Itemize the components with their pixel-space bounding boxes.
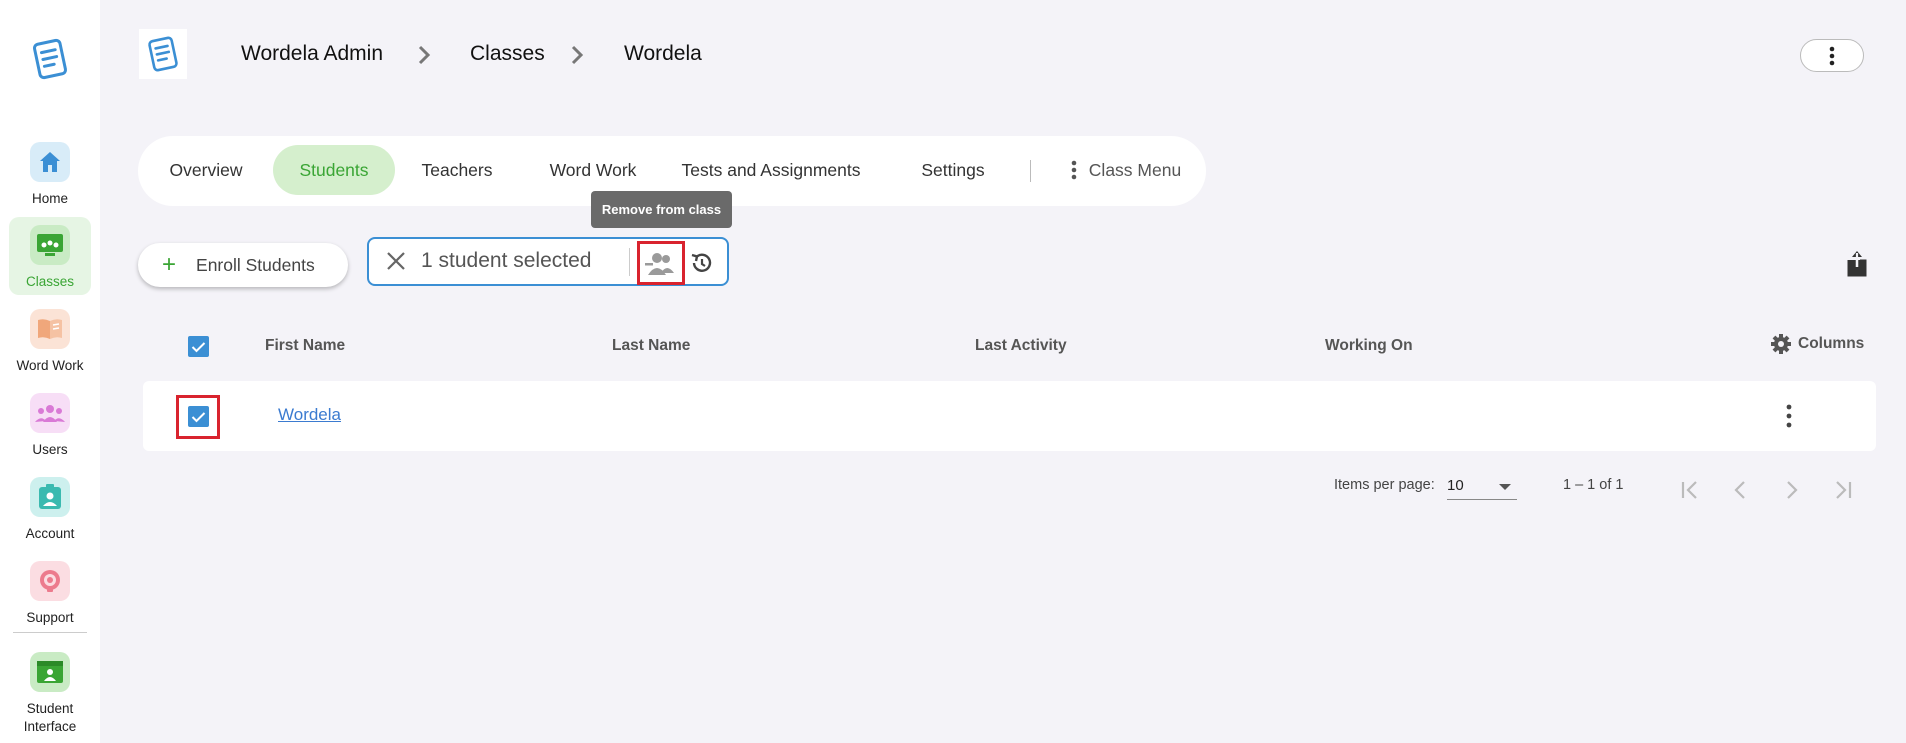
- table-row: Wordela: [143, 381, 1876, 451]
- items-per-page-label: Items per page:: [1334, 477, 1435, 493]
- breadcrumb-item-classes[interactable]: Classes: [470, 42, 545, 66]
- sidebar-item-label: Word Work: [16, 358, 84, 373]
- sidebar-item-classes[interactable]: Classes: [9, 217, 91, 295]
- more-vertical-icon: [1829, 46, 1835, 65]
- next-page-button[interactable]: [1771, 470, 1811, 510]
- last-page-button[interactable]: [1822, 470, 1862, 510]
- tab-settings[interactable]: Settings: [908, 145, 998, 195]
- class-menu-button[interactable]: Class Menu: [1051, 145, 1201, 195]
- dropdown-caret-icon: [1499, 484, 1511, 490]
- sidebar-item-support[interactable]: Support: [9, 553, 91, 631]
- chevron-left-icon: [1734, 481, 1745, 499]
- student-first-name-link[interactable]: Wordela: [278, 405, 341, 425]
- selection-divider: [629, 248, 630, 276]
- columns-label: Columns: [1798, 335, 1865, 352]
- breadcrumb-item-admin[interactable]: Wordela Admin: [241, 42, 383, 66]
- enroll-students-label: Enroll Students: [196, 254, 315, 275]
- home-icon: [30, 142, 70, 182]
- chevron-right-icon: [571, 45, 584, 65]
- tab-tests-and-assignments[interactable]: Tests and Assignments: [671, 145, 871, 195]
- student-interface-icon: [30, 652, 70, 692]
- chevron-right-icon: [1787, 481, 1798, 499]
- items-per-page-value: 10: [1447, 477, 1464, 494]
- select-all-checkbox[interactable]: [188, 336, 209, 357]
- breadcrumb-item-current: Wordela: [624, 42, 702, 65]
- remove-from-class-tooltip: Remove from class: [591, 191, 732, 228]
- sidebar-item-word-work[interactable]: Word Work: [9, 301, 91, 379]
- sidebar-item-student-interface[interactable]: Student Interface: [9, 644, 91, 738]
- tab-students[interactable]: Students: [273, 145, 395, 195]
- enroll-students-button[interactable]: + Enroll Students: [138, 243, 348, 287]
- sidebar-item-home[interactable]: Home: [9, 134, 91, 212]
- sidebar-item-label: Support: [26, 610, 74, 625]
- support-icon: [30, 561, 70, 601]
- last-page-icon: [1836, 481, 1852, 499]
- sidebar-item-label: Classes: [25, 274, 74, 289]
- sidebar-item-account[interactable]: Account: [9, 469, 91, 547]
- clear-selection-close-icon[interactable]: [385, 250, 407, 272]
- sidebar-item-label: Users: [32, 442, 68, 457]
- tab-divider: [1030, 160, 1031, 182]
- checkmark-icon: [191, 341, 206, 352]
- previous-page-button[interactable]: [1721, 470, 1761, 510]
- highlight-row-checkbox: [176, 395, 220, 439]
- sidebar-item-label: Home: [31, 191, 68, 206]
- class-menu-label: Class Menu: [1088, 159, 1182, 180]
- items-per-page-select[interactable]: 10: [1447, 474, 1517, 500]
- plus-icon: +: [162, 251, 177, 278]
- history-restore-icon[interactable]: [689, 250, 715, 276]
- tab-word-work[interactable]: Word Work: [538, 145, 648, 195]
- wordela-logo-icon[interactable]: [27, 36, 73, 82]
- column-header-last-activity[interactable]: Last Activity: [975, 337, 1067, 355]
- sidebar: Home Classes Word Work Users Account Sup…: [0, 0, 100, 743]
- row-more-vertical-icon[interactable]: [1782, 403, 1796, 429]
- account-badge-icon: [30, 477, 70, 517]
- columns-button[interactable]: Columns: [1770, 331, 1864, 357]
- sidebar-item-label: Account: [25, 526, 75, 541]
- first-page-icon: [1681, 481, 1697, 499]
- column-header-last-name[interactable]: Last Name: [612, 337, 690, 355]
- highlight-remove-from-class: [637, 241, 685, 285]
- first-page-button[interactable]: [1671, 470, 1711, 510]
- tab-teachers[interactable]: Teachers: [407, 145, 507, 195]
- chevron-right-icon: [418, 45, 431, 65]
- book-icon: [30, 309, 70, 349]
- app-logo-icon: [139, 29, 187, 79]
- sidebar-item-label: Student Interface: [23, 701, 77, 734]
- users-icon: [30, 393, 70, 433]
- tab-overview[interactable]: Overview: [154, 145, 258, 195]
- gear-icon: [1771, 334, 1791, 354]
- column-header-working-on[interactable]: Working On: [1325, 337, 1413, 355]
- pagination-range: 1 – 1 of 1: [1563, 477, 1624, 493]
- header-more-button[interactable]: [1800, 39, 1864, 72]
- column-header-first-name[interactable]: First Name: [265, 337, 345, 355]
- sidebar-divider: [13, 632, 87, 633]
- selection-count-text: 1 student selected: [421, 249, 592, 272]
- classes-icon: [30, 225, 70, 265]
- sidebar-item-users[interactable]: Users: [9, 385, 91, 463]
- export-share-icon[interactable]: [1846, 250, 1868, 278]
- more-vertical-icon: [1071, 160, 1077, 180]
